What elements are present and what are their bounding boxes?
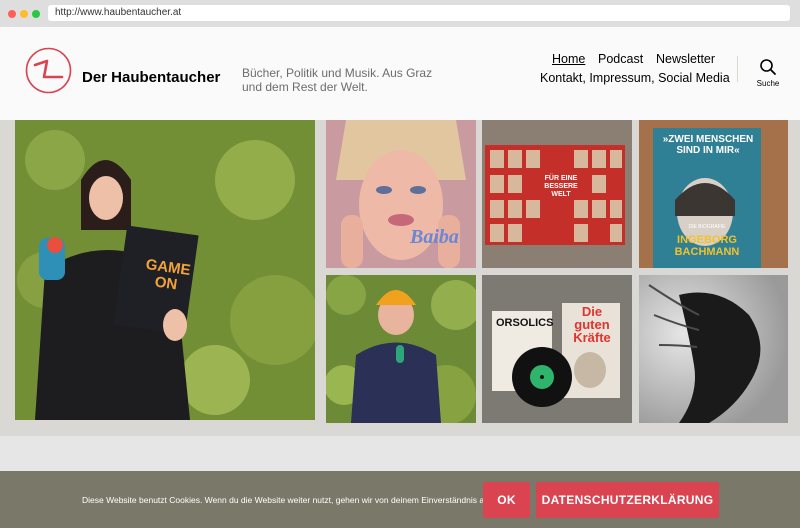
tagline-line-2: und dem Rest der Welt. — [242, 80, 368, 94]
orsolics-label: ORSOLICS — [496, 317, 554, 329]
cookie-notice-text: Diese Website benutzt Cookies. Wenn du d… — [82, 495, 496, 505]
nav-contact-link[interactable]: Kontakt, Impressum, Social Media — [540, 71, 730, 85]
yellow-hat-photo — [326, 275, 476, 423]
bachmann-quote: »ZWEI MENSCHEN SIND IN MIR« — [662, 134, 754, 156]
bachmann-name: INGEBORG BACHMANN — [674, 234, 740, 258]
site-title[interactable]: Der Haubentaucher — [82, 69, 220, 86]
nav-home-link[interactable]: Home — [552, 52, 585, 66]
minimize-window-icon[interactable] — [20, 10, 28, 18]
orsolics-photo — [482, 275, 632, 423]
site-tagline: Bücher, Politik und Musik. Aus Graz und … — [242, 66, 442, 94]
address-bar[interactable]: http://www.haubentaucher.at — [48, 5, 790, 21]
bachmann-subtitle: DIE BIOGRAFIE — [688, 224, 726, 230]
baiba-label: Baiba — [410, 226, 459, 248]
maximize-window-icon[interactable] — [32, 10, 40, 18]
search-toggle-button[interactable]: Suche — [750, 58, 786, 94]
site-logo-icon[interactable] — [25, 47, 72, 94]
header-divider — [737, 56, 738, 82]
search-label: Suche — [756, 79, 780, 88]
post-tile-baiba[interactable]: Baiba — [326, 120, 476, 268]
kraefte-title: Die guten Kräfte — [573, 304, 611, 345]
browser-toolbar: http://www.haubentaucher.at — [0, 0, 800, 27]
post-tile-orsolics[interactable]: ORSOLICS Die guten Kräfte — [482, 275, 632, 423]
post-tile-yellow-hat[interactable] — [326, 275, 476, 423]
search-icon — [760, 59, 776, 75]
privacy-policy-button[interactable]: DATENSCHUTZERKLÄRUNG — [536, 482, 719, 518]
nav-podcast-link[interactable]: Podcast — [598, 52, 643, 66]
bessere-welt-title: FÜR EINE BESSERE WELT — [544, 175, 578, 198]
close-window-icon[interactable] — [8, 10, 16, 18]
cookie-ok-button[interactable]: OK — [483, 482, 530, 518]
post-tile-bachmann[interactable]: »ZWEI MENSCHEN SIND IN MIR« DIE BIOGRAFI… — [639, 120, 788, 268]
post-tile-bessere-welt[interactable]: FÜR EINE BESSERE WELT — [482, 120, 632, 268]
post-tile-game-on[interactable]: GAME ON — [15, 120, 315, 420]
post-tile-portrait-bw[interactable] — [639, 275, 788, 423]
nav-newsletter-link[interactable]: Newsletter — [656, 52, 715, 66]
portrait-bw-photo — [639, 275, 788, 423]
tagline-line-1: Bücher, Politik und Musik. Aus Graz — [242, 66, 433, 80]
